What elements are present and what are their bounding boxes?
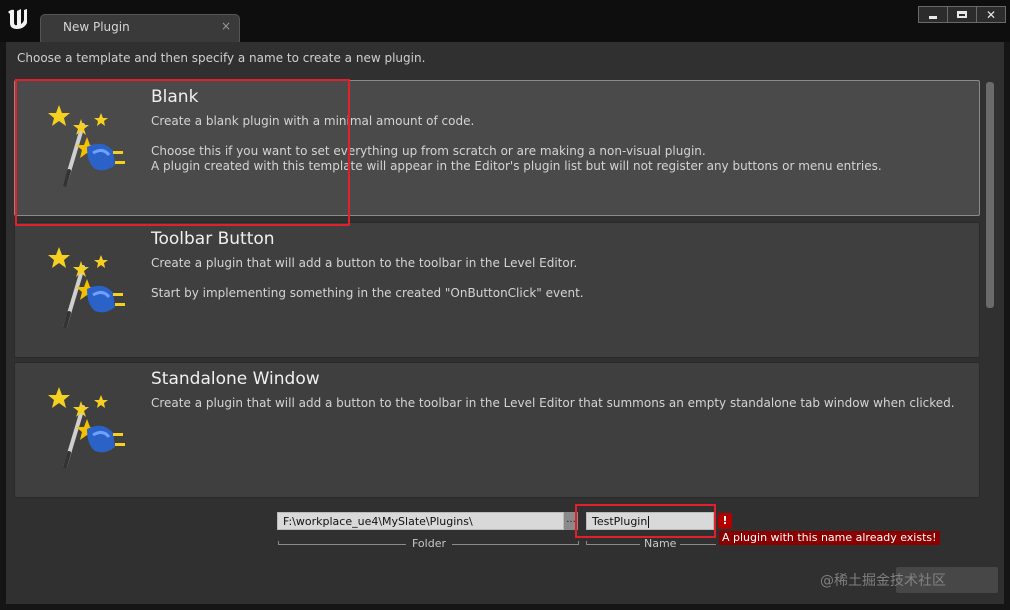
template-list-scrollbar[interactable] [985,82,995,498]
text-caret [648,516,650,528]
watermark-text: @稀土掘金技术社区 [820,573,946,589]
title-bar: New Plugin × ✕ [0,0,1010,42]
unreal-engine-logo-icon[interactable] [5,6,31,32]
magic-wand-plugin-icon [43,245,133,335]
minimize-button[interactable] [919,7,947,22]
folder-label-tick-right [578,541,579,545]
folder-label-line-left [278,544,406,545]
error-message: A plugin with this name already exists! [719,531,940,545]
template-card-toolbar-button[interactable]: Toolbar Button Create a plugin that will… [14,222,980,358]
template-card-blank[interactable]: Blank Create a blank plugin with a minim… [14,80,980,216]
browse-folder-button[interactable]: ... [564,512,578,530]
template-description: Create a plugin that will add a button t… [151,256,584,300]
magic-wand-plugin-icon [43,385,133,475]
template-title: Blank [151,87,199,107]
template-description: Create a plugin that will add a button t… [151,396,955,410]
template-description: Create a blank plugin with a minimal amo… [151,114,882,173]
folder-label-line-right [452,544,579,545]
folder-path-field[interactable]: F:\workplace_ue4\MySlate\Plugins\ [277,512,564,530]
template-title: Toolbar Button [151,229,275,249]
maximize-icon [957,11,967,18]
name-label: Name [644,537,677,550]
name-label-line-left [586,544,640,545]
instruction-text: Choose a template and then specify a nam… [17,51,426,65]
close-button[interactable]: ✕ [976,7,1005,22]
folder-label-tick-left [278,541,279,545]
scrollbar-thumb[interactable] [986,82,994,308]
magic-wand-plugin-icon [43,103,133,193]
plugin-name-field[interactable]: TestPlugin [586,512,714,530]
name-label-line-right [680,544,716,545]
error-icon: ! [718,513,732,529]
template-title: Standalone Window [151,369,320,389]
tab-new-plugin[interactable]: New Plugin × [40,14,240,42]
minimize-icon [929,15,937,19]
window-controls: ✕ [918,6,1006,23]
close-icon: ✕ [985,7,997,22]
tab-label: New Plugin [63,20,130,34]
template-card-standalone-window[interactable]: Standalone Window Create a plugin that w… [14,362,980,498]
template-list: Blank Create a blank plugin with a minim… [12,80,982,500]
name-label-tick-left [586,541,587,545]
plugin-name-value: TestPlugin [592,515,648,528]
folder-label: Folder [412,537,446,550]
tab-close-icon[interactable]: × [221,19,231,33]
maximize-button[interactable] [947,7,976,22]
